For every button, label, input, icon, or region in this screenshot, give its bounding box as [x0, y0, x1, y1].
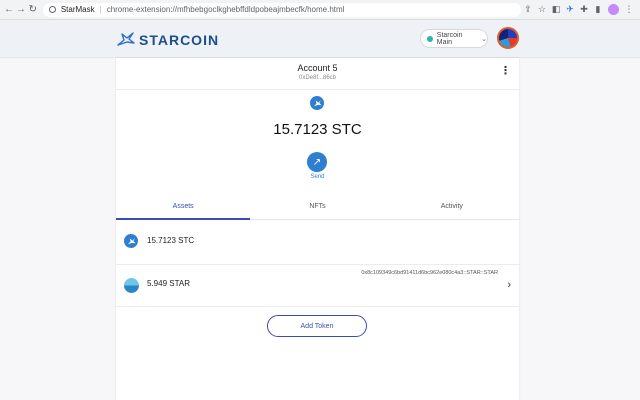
asset-amount: 15.7123 STC [147, 236, 195, 245]
bookmark-star-icon[interactable]: ☆ [535, 0, 549, 20]
logo-text: STARCOIN [139, 31, 220, 48]
asset-row-stc[interactable]: 15.7123 STC [116, 224, 519, 265]
wallet-card: Account 5 0xDe8f...86cb ⋮ 15.7123 STC ↗ … [116, 58, 519, 400]
account-options-icon[interactable]: ⋮ [500, 66, 511, 77]
extensions-puzzle-icon[interactable]: ✚ [577, 0, 591, 20]
network-label: Starcoin Main [436, 31, 463, 46]
stc-token-icon [124, 234, 138, 248]
profile-avatar-icon[interactable] [608, 4, 619, 15]
asset-amount: 5.949 STAR [147, 279, 190, 288]
network-status-dot [427, 35, 433, 42]
address-bar-app-name: StarMask [60, 5, 95, 14]
asset-tabs: Assets NFTs Activity [116, 196, 519, 220]
address-bar[interactable]: StarMask | chrome-extension://mfhbebgocl… [42, 2, 521, 17]
send-arrow-icon: ↗ [312, 156, 322, 168]
send-button[interactable]: ↗ [307, 152, 327, 172]
add-token-button[interactable]: Add Token [267, 315, 367, 337]
send-label[interactable]: Send [116, 174, 519, 180]
account-name[interactable]: Account 5 [116, 63, 519, 73]
account-bar: Account 5 0xDe8f...86cb ⋮ [116, 58, 519, 90]
menu-kebab-icon[interactable]: ⋮ [622, 0, 636, 20]
share-icon[interactable]: ⇪ [521, 0, 535, 20]
starcoin-logo-icon [117, 32, 135, 46]
network-selector[interactable]: Starcoin Main ⌄ [420, 29, 488, 48]
extension-page-icon [48, 6, 56, 13]
token-identifier: 0x8c109349c6bd91411d6bc962e080c4a3::STAR… [361, 270, 498, 276]
tab-nfts[interactable]: NFTs [250, 196, 385, 220]
stc-token-icon [310, 96, 324, 110]
total-balance: 15.7123 STC [273, 121, 362, 138]
extension-s-icon[interactable]: ◧ [549, 0, 563, 20]
account-address[interactable]: 0xDe8f...86cb [116, 75, 519, 81]
side-panel-icon[interactable]: ▮ [591, 0, 605, 20]
tab-activity[interactable]: Activity [384, 196, 519, 220]
tab-assets[interactable]: Assets [116, 196, 251, 220]
reload-icon[interactable]: ↻ [27, 0, 39, 20]
star-token-icon [124, 278, 139, 293]
address-bar-url: chrome-extension://mfhbebgoclkghebffdldp… [106, 5, 345, 14]
forward-arrow-icon[interactable]: → [15, 0, 27, 20]
starmask-extension-icon[interactable]: ✈ [563, 0, 577, 20]
browser-toolbar: ← → ↻ StarMask | chrome-extension://mfhb… [0, 0, 640, 20]
app-header: STARCOIN Starcoin Main ⌄ [0, 20, 640, 58]
account-avatar[interactable] [497, 27, 519, 49]
back-arrow-icon[interactable]: ← [3, 0, 15, 20]
chevron-right-icon[interactable]: › [507, 279, 511, 291]
asset-row-star[interactable]: 0x8c109349c6bd91411d6bc962e080c4a3::STAR… [116, 265, 519, 307]
starcoin-logo[interactable]: STARCOIN [116, 31, 219, 48]
chevron-down-icon: ⌄ [481, 35, 487, 43]
address-bar-separator: | [99, 5, 102, 14]
